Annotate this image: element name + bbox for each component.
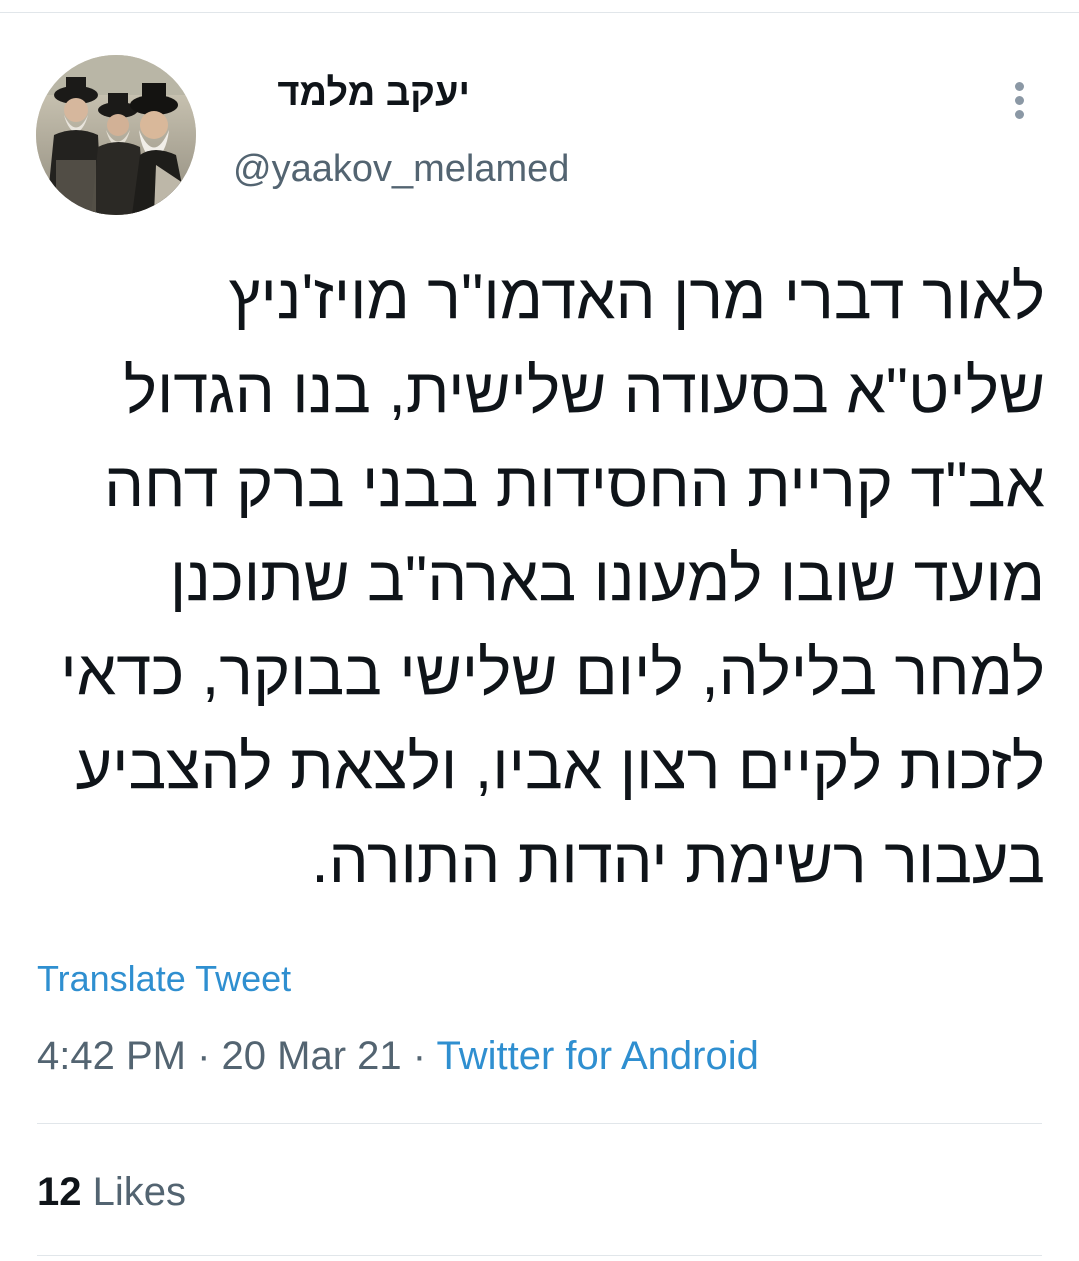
likes-link[interactable]: 12 Likes xyxy=(37,1170,186,1215)
tweet-source-link[interactable]: Twitter for Android xyxy=(437,1034,759,1078)
divider xyxy=(37,1123,1042,1124)
author-display-name[interactable]: יעקב מלמד xyxy=(230,72,470,115)
meta-separator-2: · xyxy=(412,1034,427,1078)
more-vertical-icon xyxy=(1015,82,1024,91)
translate-tweet-link[interactable]: Translate Tweet xyxy=(37,958,291,1000)
meta-separator: · xyxy=(197,1034,211,1078)
likes-count: 12 xyxy=(37,1170,82,1214)
divider-bottom xyxy=(37,1255,1042,1256)
tweet-text: לאור דברי מרן האדמו"ר מויז'ניץ שליט"א בס… xyxy=(60,262,1045,896)
user-avatar-photo-icon xyxy=(36,55,196,215)
likes-label: Likes xyxy=(92,1170,187,1214)
tweet-date: 20 Mar 21 xyxy=(221,1034,402,1078)
tweet-meta: 4:42 PM · 20 Mar 21 · Twitter for Androi… xyxy=(37,1034,759,1079)
more-vertical-icon-dot-3 xyxy=(1015,110,1024,119)
more-vertical-icon-dot-2 xyxy=(1015,96,1024,105)
author-handle[interactable]: @yaakov_melamed xyxy=(233,148,569,191)
more-options-button[interactable] xyxy=(1000,78,1040,122)
author-avatar[interactable] xyxy=(36,55,196,215)
top-divider xyxy=(0,12,1079,13)
tweet-time: 4:42 PM xyxy=(37,1034,186,1078)
